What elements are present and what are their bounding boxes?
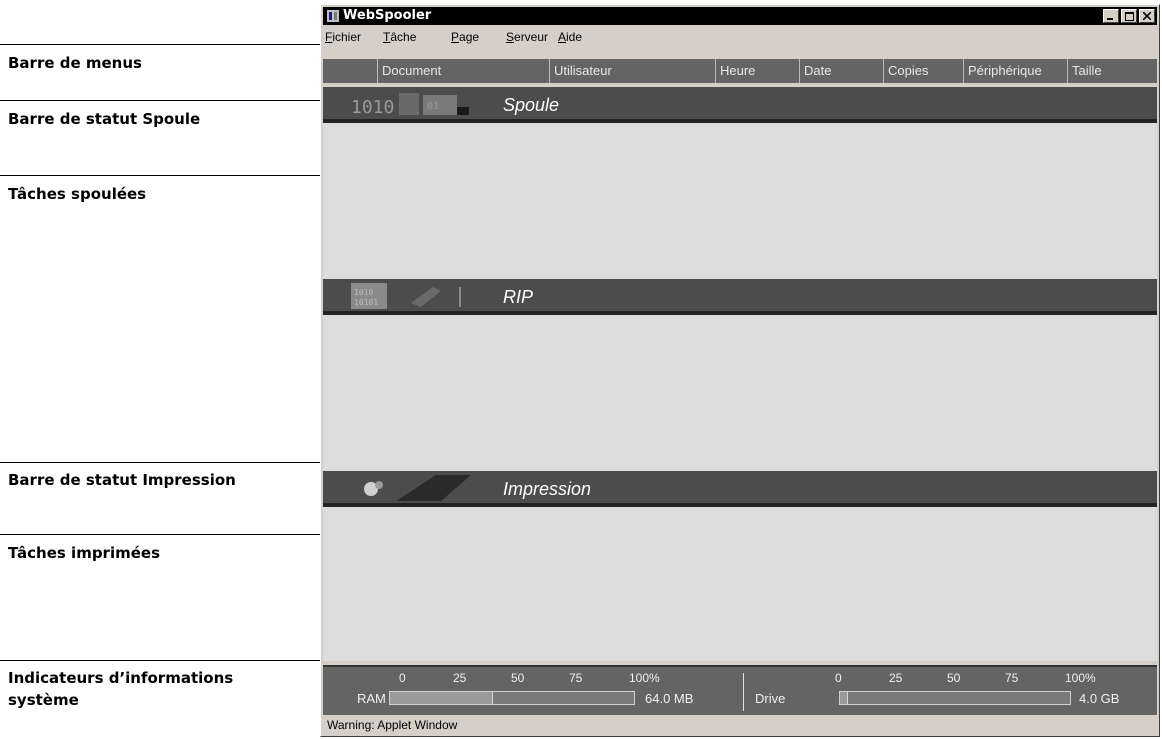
print-graphic-icon — [364, 475, 471, 501]
drive-tick-50: 50 — [947, 671, 961, 685]
spool-status-bar: 1010 01 Spoule — [323, 87, 1157, 123]
column-document[interactable]: Document — [377, 59, 549, 83]
ram-tick-0: 0 — [399, 671, 406, 685]
ram-gauge-fill — [390, 692, 494, 704]
annotation-printed-jobs: Tâches imprimées — [8, 544, 160, 562]
annotation-print-status: Barre de statut Impression — [8, 471, 236, 489]
svg-text:10101: 10101 — [354, 298, 378, 307]
ram-tick-100: 100% — [629, 671, 660, 685]
ram-capacity: 64.0 MB — [645, 691, 694, 706]
column-heure[interactable]: Heure — [715, 59, 799, 83]
annotation-line-system-info — [0, 660, 344, 661]
drive-tick-100: 100% — [1065, 671, 1096, 685]
annotation-line-print-status — [0, 462, 344, 463]
drive-tick-75: 75 — [1005, 671, 1019, 685]
ram-tick-75: 75 — [569, 671, 583, 685]
menu-page[interactable]: Page — [451, 30, 479, 44]
ram-label: RAM — [357, 691, 386, 706]
minimize-icon — [1107, 18, 1113, 20]
column-copies[interactable]: Copies — [883, 59, 963, 83]
svg-text:1010: 1010 — [351, 97, 394, 117]
drive-tick-25: 25 — [889, 671, 903, 685]
drive-capacity: 4.0 GB — [1079, 691, 1120, 706]
applet-warning-bar: Warning: Applet Window — [323, 716, 1157, 734]
annotation-spool-status: Barre de statut Spoule — [8, 110, 201, 128]
spool-status-label: Spoule — [503, 95, 560, 115]
ram-tick-25: 25 — [453, 671, 467, 685]
drive-label: Drive — [755, 691, 786, 706]
ram-tick-50: 50 — [511, 671, 525, 685]
annotation-line-menus — [0, 44, 320, 45]
webspooler-window: WebSpooler Fichier Tâche Page Serveur Ai… — [320, 4, 1160, 737]
spool-graphic-icon: 1010 01 — [351, 93, 469, 117]
column-header-bar: Document Utilisateur Heure Date Copies P… — [323, 59, 1157, 83]
drive-gauge — [839, 691, 1071, 705]
menu-fichier[interactable]: Fichier — [325, 30, 361, 44]
title-bar[interactable]: WebSpooler — [323, 7, 1157, 25]
drive-tick-0: 0 — [835, 671, 842, 685]
window-title: WebSpooler — [343, 8, 432, 23]
maximize-icon — [1124, 11, 1134, 21]
svg-text:1010: 1010 — [354, 288, 373, 297]
annotation-line-spooled-jobs — [0, 175, 320, 176]
column-utilisateur[interactable]: Utilisateur — [549, 59, 715, 83]
annotation-line-spool-status — [0, 100, 320, 101]
ram-gauge — [389, 691, 635, 705]
annotation-spooled-jobs: Tâches spoulées — [8, 185, 147, 203]
rip-status-label: RIP — [503, 287, 534, 307]
app-icon — [327, 10, 339, 22]
svg-text:01: 01 — [427, 101, 439, 112]
menu-bar: Fichier Tâche Page Serveur Aide — [323, 27, 1157, 47]
minimize-button[interactable] — [1103, 9, 1119, 23]
column-peripherique[interactable]: Périphérique — [963, 59, 1067, 83]
rip-jobs-pane[interactable] — [323, 315, 1157, 471]
info-divider — [743, 673, 744, 711]
maximize-button[interactable] — [1121, 9, 1137, 23]
spooled-jobs-pane[interactable] — [323, 123, 1157, 279]
printed-jobs-pane[interactable] — [323, 507, 1157, 661]
annotation-system-info: Indicateurs d’informations système — [8, 669, 234, 709]
column-taille[interactable]: Taille — [1067, 59, 1157, 83]
close-icon — [1143, 12, 1151, 20]
print-status-label: Impression — [503, 479, 592, 499]
menu-tache[interactable]: Tâche — [383, 30, 416, 44]
rip-graphic-icon: 1010 10101 — [351, 283, 461, 309]
annotation-menubar: Barre de menus — [8, 54, 142, 72]
menu-serveur[interactable]: Serveur — [506, 30, 548, 44]
column-date[interactable]: Date — [799, 59, 883, 83]
system-info-bar: 0 25 50 75 100% RAM 64.0 MB 0 25 50 75 1… — [323, 665, 1157, 715]
close-button[interactable] — [1139, 9, 1155, 23]
annotation-line-printed-jobs — [0, 534, 320, 535]
menu-aide[interactable]: Aide — [558, 30, 582, 44]
print-status-bar: Impression — [323, 471, 1157, 507]
drive-gauge-fill — [840, 692, 848, 704]
rip-status-bar: 1010 10101 RIP — [323, 279, 1157, 315]
